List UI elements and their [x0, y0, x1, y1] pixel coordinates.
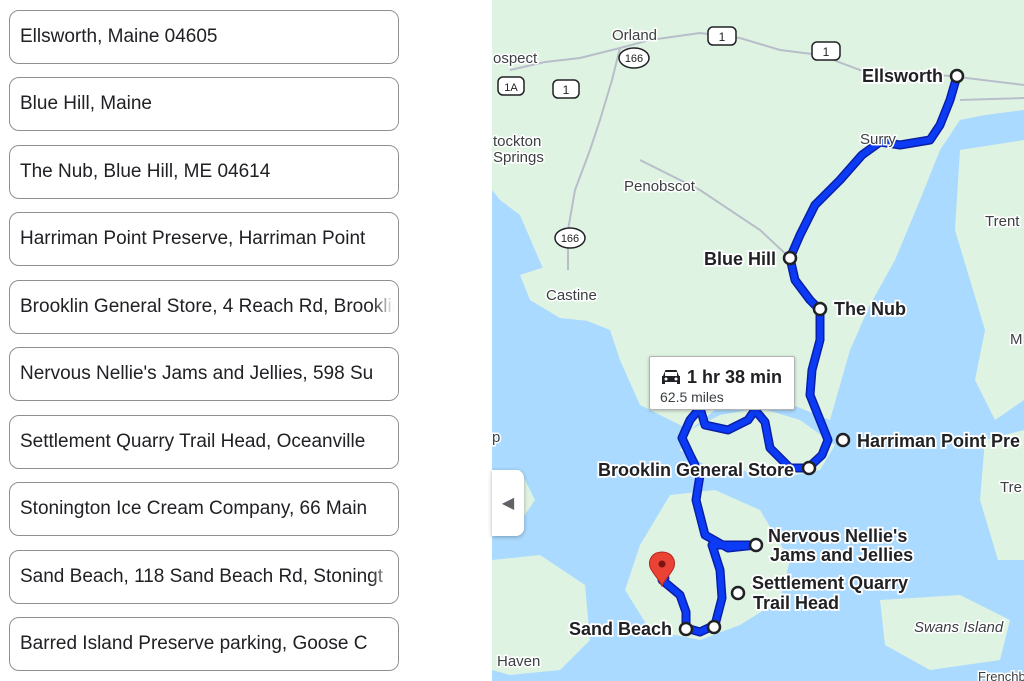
waypoint-ellsworth[interactable] [949, 68, 965, 84]
stop-input-5[interactable] [10, 281, 398, 333]
label-tre-edge: Tre [1000, 479, 1022, 496]
us1-shield-2-text: 1 [823, 45, 830, 59]
label-prospect: ospect [493, 50, 538, 67]
label-trent: Trent [985, 213, 1020, 230]
stop-field-2[interactable] [9, 77, 399, 131]
stop-field-10[interactable] [9, 617, 399, 671]
stop-field-4[interactable] [9, 212, 399, 266]
waypoint-harriman[interactable] [835, 432, 851, 448]
label-orland: Orland [612, 27, 657, 44]
stop-field-8[interactable] [9, 482, 399, 536]
car-icon [662, 370, 680, 384]
label-stockton-1: tockton [493, 133, 541, 150]
collapse-panel-button[interactable]: ◀ [492, 470, 524, 536]
stop-input-8[interactable] [10, 483, 398, 535]
stop-input-7[interactable] [10, 416, 398, 468]
label-nellie-1: Nervous Nellie's [768, 526, 907, 546]
sr166-shield-2-text: 166 [561, 233, 579, 245]
label-stockton-2: Springs [493, 149, 544, 166]
label-quarry-2: Trail Head [753, 593, 839, 613]
stop-field-6[interactable] [9, 347, 399, 401]
label-quarry-1: Settlement Quarry [752, 573, 908, 593]
label-swans-island: Swans Island [914, 619, 1004, 636]
pin-dot [658, 560, 666, 568]
stop-input-6[interactable] [10, 348, 398, 400]
label-frenchb: Frenchb [978, 669, 1024, 681]
waypoint-blue-hill[interactable] [782, 250, 798, 266]
waypoint-nellies[interactable] [748, 537, 764, 553]
route-summary-callout[interactable]: 1 hr 38 min 62.5 miles [649, 356, 795, 410]
label-the-nub: The Nub [834, 299, 906, 319]
route-duration: 1 hr 38 min [687, 367, 783, 387]
chevron-left-icon: ◀ [501, 495, 515, 512]
label-harriman: Harriman Point Pre [857, 431, 1020, 451]
waypoint-stonington[interactable] [706, 619, 722, 635]
stop-input-4[interactable] [10, 213, 398, 265]
stop-field-5[interactable] [9, 280, 399, 334]
waypoint-quarry[interactable] [730, 585, 746, 601]
stop-field-7[interactable] [9, 415, 399, 469]
us1a-shield-text: 1A [504, 82, 518, 94]
stop-input-1[interactable] [10, 11, 398, 63]
stop-input-9[interactable] [10, 551, 398, 603]
label-haven: Haven [497, 653, 540, 670]
us1-shield-3-text: 1 [563, 83, 570, 97]
label-blue-hill: Blue Hill [704, 249, 776, 269]
stop-field-3[interactable] [9, 145, 399, 199]
label-ellsworth: Ellsworth [862, 66, 943, 86]
label-m-edge: M [1010, 331, 1023, 348]
label-penobscot: Penobscot [624, 178, 696, 195]
stop-field-1[interactable] [9, 10, 399, 64]
label-p-edge: p [492, 429, 500, 446]
route-distance: 62.5 miles [660, 389, 724, 405]
waypoint-the-nub[interactable] [812, 301, 828, 317]
us1-shield-1-text: 1 [719, 30, 726, 44]
sr166-shield-1-text: 166 [625, 53, 643, 65]
directions-panel [0, 0, 492, 681]
label-sand-beach: Sand Beach [569, 619, 672, 639]
waypoint-brooklin[interactable] [801, 460, 817, 476]
label-castine: Castine [546, 287, 597, 304]
waypoint-sand-beach[interactable] [678, 621, 694, 637]
stop-input-10[interactable] [10, 618, 398, 670]
label-brooklin: Brooklin General Store [598, 460, 794, 480]
label-nellie-2: Jams and Jellies [770, 545, 913, 565]
stop-field-9[interactable] [9, 550, 399, 604]
label-surry: Surry [860, 131, 896, 148]
map-canvas[interactable]: 1 1 166 166 1A 1 Orland ospect tockton S… [492, 0, 1024, 681]
stop-input-2[interactable] [10, 78, 398, 130]
stop-input-3[interactable] [10, 146, 398, 198]
